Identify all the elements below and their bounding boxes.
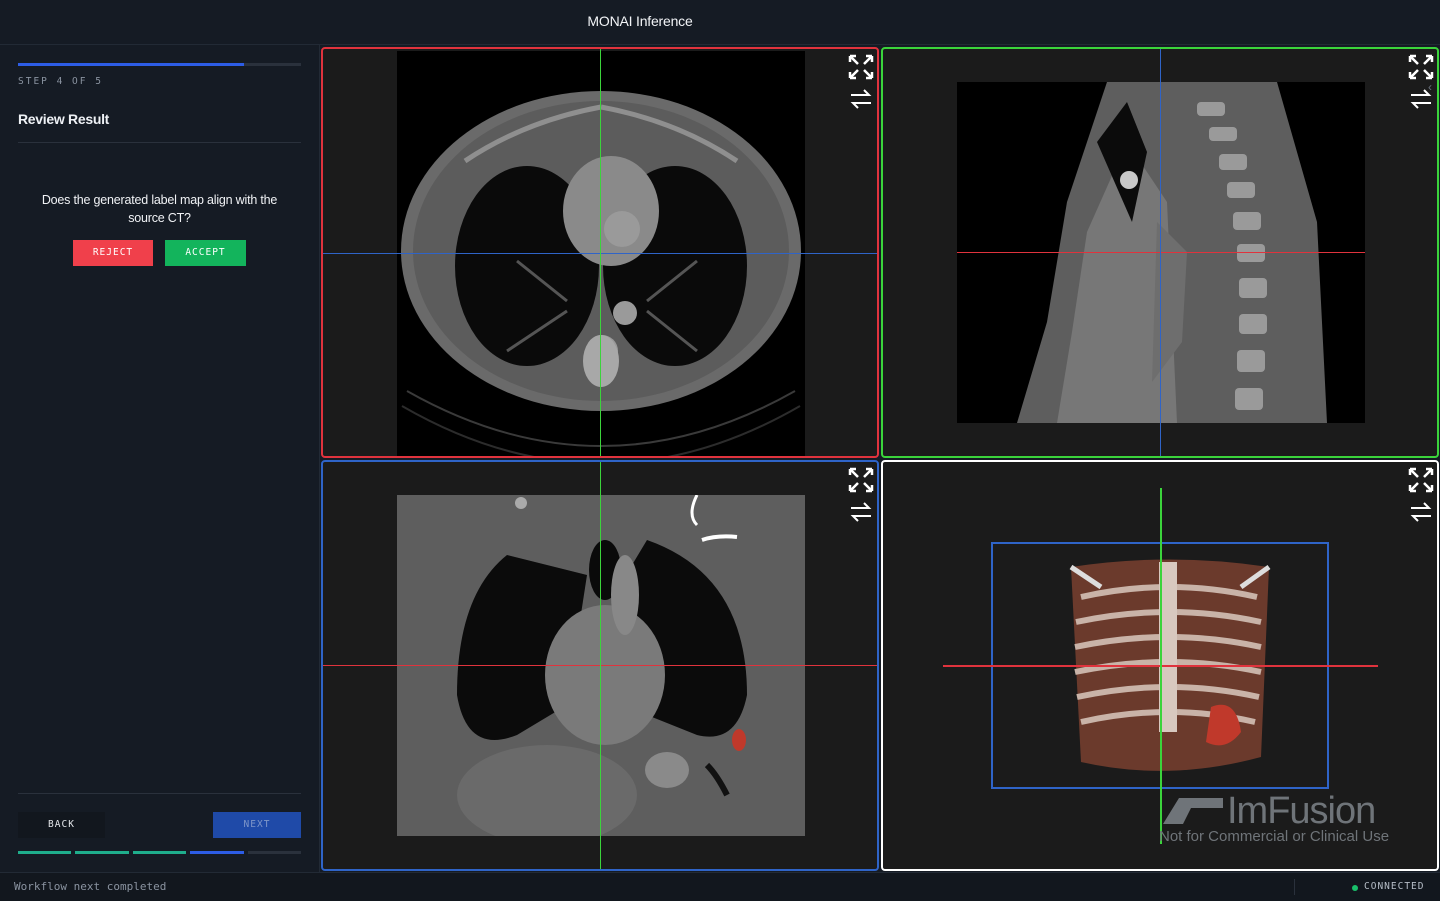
step-segment-done [75, 851, 129, 854]
app-title: MONAI Inference [587, 13, 693, 29]
coronal-vertical-crosshair[interactable] [600, 462, 601, 869]
maximize-icon[interactable] [1407, 53, 1435, 81]
step-segment-pending [247, 851, 301, 854]
watermark: ImFusion Not for Commercial or Clinical … [1159, 790, 1421, 850]
sagittal-viewport[interactable] [881, 47, 1439, 458]
maximize-icon[interactable] [847, 466, 875, 494]
title-divider [18, 142, 301, 143]
watermark-logo: ImFusion [1227, 790, 1376, 832]
step-segment-done [18, 851, 72, 854]
review-question: Does the generated label map align with … [41, 193, 278, 225]
swap-icon[interactable] [847, 85, 875, 113]
step-segment-current [190, 851, 244, 854]
workflow-progress-bar [18, 63, 301, 66]
status-separator [1294, 879, 1295, 895]
accept-button[interactable]: ACCEPT [165, 240, 246, 266]
footer-divider [18, 793, 301, 794]
3d-render-viewport[interactable]: ImFusion Not for Commercial or Clinical … [881, 460, 1439, 871]
coronal-viewport[interactable] [321, 460, 879, 871]
reject-button[interactable]: REJECT [73, 240, 153, 266]
watermark-notice: Not for Commercial or Clinical Use [1159, 828, 1390, 845]
connection-status-dot [1352, 885, 1358, 891]
maximize-icon[interactable] [1407, 466, 1435, 494]
workflow-sidebar: STEP 4 OF 5 Review Result Does the gener… [0, 45, 320, 872]
connection-status: CONNECTED [1364, 881, 1425, 892]
collapse-panel-icon[interactable]: ‹ [1428, 80, 1432, 94]
axial-viewport[interactable] [321, 47, 879, 458]
maximize-icon[interactable] [847, 53, 875, 81]
app-header: MONAI Inference [0, 0, 1440, 45]
sagittal-horizontal-crosshair[interactable] [957, 252, 1365, 253]
step-indicator: STEP 4 OF 5 [18, 76, 103, 87]
sagittal-vertical-crosshair[interactable] [1160, 49, 1161, 456]
step-segment-done [132, 851, 187, 854]
workflow-progress-fill [18, 63, 245, 66]
axial-horizontal-crosshair[interactable] [323, 253, 877, 254]
status-bar: Workflow next completed CONNECTED [0, 872, 1440, 901]
back-button[interactable]: BACK [18, 812, 105, 838]
swap-icon[interactable] [847, 498, 875, 526]
status-message: Workflow next completed [14, 880, 167, 893]
coronal-horizontal-crosshair[interactable] [323, 665, 877, 666]
next-button[interactable]: NEXT [213, 812, 301, 838]
section-title: Review Result [18, 111, 110, 127]
swap-icon[interactable] [1407, 498, 1435, 526]
3d-ribcage-render [1069, 559, 1271, 771]
axial-vertical-crosshair[interactable] [600, 49, 601, 456]
imfusion-logo-icon [1163, 798, 1223, 824]
step-progress-segments [18, 851, 301, 854]
